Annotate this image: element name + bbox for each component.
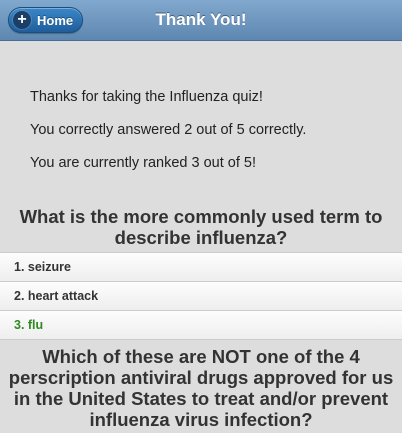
page-title: Thank You!: [155, 10, 247, 29]
answer-option-seizure[interactable]: 1. seizure: [0, 253, 402, 282]
question-2-text: Which of these are NOT one of the 4 pers…: [8, 346, 394, 430]
answer-option-flu-correct[interactable]: 3. flu: [0, 311, 402, 340]
score-message: You correctly answered 2 out of 5 correc…: [30, 122, 307, 138]
home-button[interactable]: + Home: [8, 7, 83, 33]
home-button-label: Home: [37, 12, 74, 28]
header-bar: + Home Thank You!: [0, 0, 402, 41]
question-1-text: What is the more commonly used term to d…: [19, 206, 383, 248]
rank-message: You are currently ranked 3 out of 5!: [30, 155, 256, 171]
answer-option-heart-attack[interactable]: 2. heart attack: [0, 282, 402, 311]
answer-list: 1. seizure 2. heart attack 3. flu: [0, 252, 402, 340]
thanks-message: Thanks for taking the Influenza quiz!: [30, 89, 263, 105]
plus-icon: +: [13, 11, 31, 29]
